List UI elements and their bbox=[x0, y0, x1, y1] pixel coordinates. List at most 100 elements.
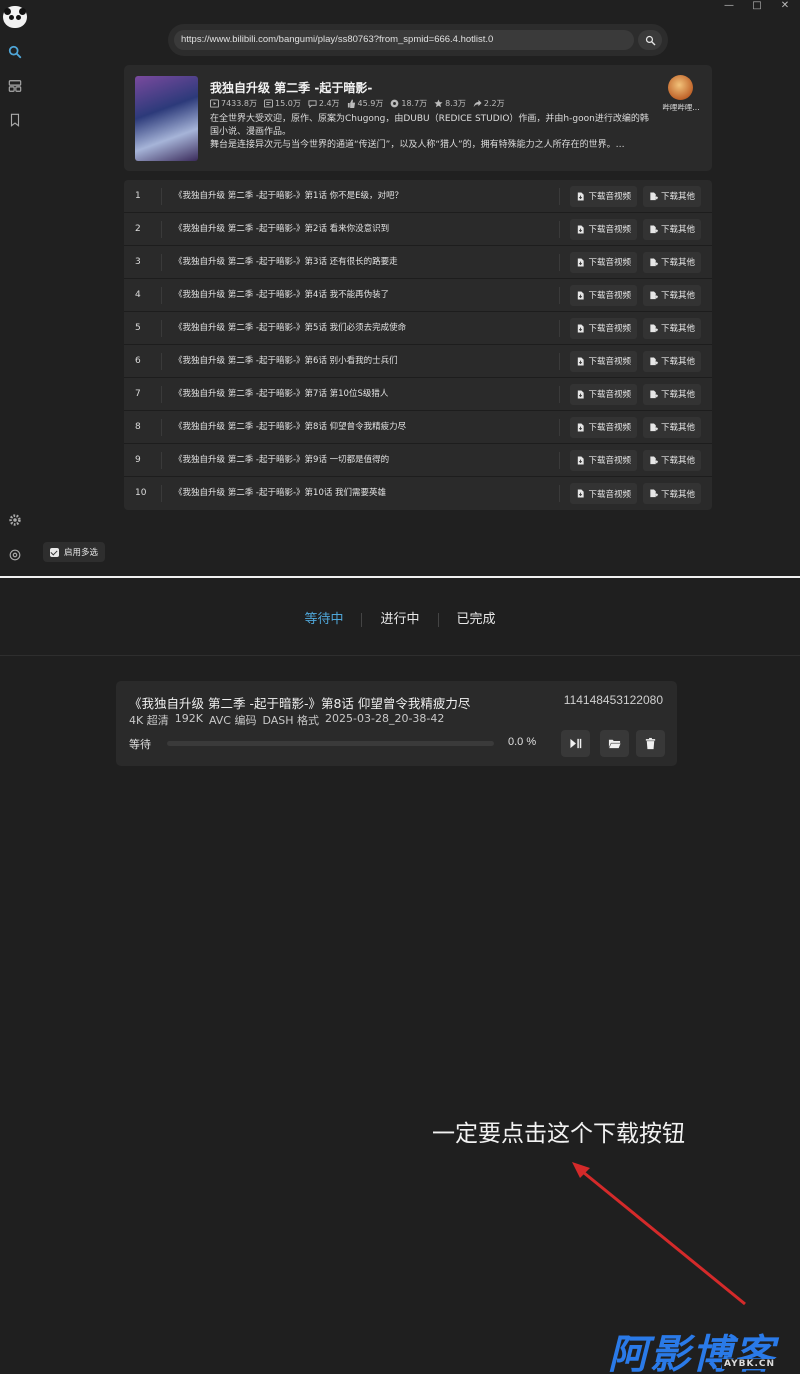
download-other-button[interactable]: 下载其他 bbox=[642, 350, 701, 372]
episode-title: 《我独自升级 第二季 -起于暗影-》第8话 仰望曾令我精疲力尽 bbox=[162, 418, 561, 436]
download-other-button[interactable]: 下载其他 bbox=[642, 483, 701, 504]
multi-select-toggle[interactable]: 启用多选 bbox=[43, 542, 106, 562]
annotation-arrow bbox=[572, 1162, 746, 1306]
episode-row[interactable]: 3 《我独自升级 第二季 -起于暗影-》第3话 还有很长的路要走 下载音视频 下载其他 bbox=[124, 246, 712, 279]
task-id: 114148453122080 bbox=[563, 693, 663, 707]
delete-button[interactable] bbox=[636, 730, 665, 757]
download-other-label: 下载其他 bbox=[660, 357, 695, 367]
uploader-avatar[interactable] bbox=[668, 75, 693, 100]
minimize-button[interactable]: — bbox=[722, 0, 736, 11]
layout-icon[interactable] bbox=[7, 78, 23, 94]
close-button[interactable]: ✕ bbox=[778, 0, 792, 11]
episode-row[interactable]: 2 《我独自升级 第二季 -起于暗影-》第2话 看来你没意识到 下载音视频 下载其他 bbox=[124, 213, 712, 246]
download-av-button[interactable]: 下载音视频 bbox=[570, 218, 637, 240]
like-icon bbox=[347, 99, 355, 108]
play-pause-icon bbox=[570, 738, 582, 749]
download-av-button[interactable]: 下载音视频 bbox=[570, 416, 637, 438]
download-av-label: 下载音视频 bbox=[588, 258, 631, 268]
download-av-label: 下载音视频 bbox=[588, 357, 631, 367]
download-av-button[interactable]: 下载音视频 bbox=[570, 185, 637, 207]
episode-number: 7 bbox=[124, 385, 162, 403]
file-plus-icon bbox=[650, 389, 658, 398]
episode-number: 1 bbox=[124, 187, 162, 205]
download-other-button[interactable]: 下载其他 bbox=[642, 284, 701, 306]
episode-title: 《我独自升级 第二季 -起于暗影-》第6话 别小看我的士兵们 bbox=[162, 352, 561, 370]
download-av-button[interactable]: 下载音视频 bbox=[570, 350, 637, 372]
download-av-button[interactable]: 下载音视频 bbox=[570, 284, 637, 306]
watermark-domain: AYBK.CN bbox=[722, 1359, 778, 1369]
download-other-button[interactable]: 下载其他 bbox=[642, 383, 701, 405]
episode-row[interactable]: 4 《我独自升级 第二季 -起于暗影-》第4话 我不能再伪装了 下载音视频 下载其他 bbox=[124, 279, 712, 312]
tab-waiting[interactable]: 等待中 bbox=[286, 612, 361, 628]
episode-row[interactable]: 7 《我独自升级 第二季 -起于暗影-》第7话 第10位S级猎人 下载音视频 下载其他 bbox=[124, 378, 712, 411]
episode-number: 5 bbox=[124, 319, 162, 337]
task-bitrate: 192K bbox=[174, 712, 203, 725]
download-task-card: 《我独自升级 第二季 -起于暗影-》第8话 仰望曾令我精疲力尽 11414845… bbox=[116, 681, 677, 766]
download-other-button[interactable]: 下载其他 bbox=[642, 317, 701, 339]
download-other-button[interactable]: 下载其他 bbox=[642, 251, 701, 273]
start-pause-button[interactable] bbox=[561, 730, 590, 757]
task-codec: AVC 编码 bbox=[208, 714, 257, 727]
gear-icon[interactable] bbox=[7, 512, 23, 528]
file-icon bbox=[578, 455, 585, 465]
download-other-button[interactable]: 下载其他 bbox=[642, 416, 701, 438]
download-av-button[interactable]: 下载音视频 bbox=[570, 317, 637, 339]
episode-row[interactable]: 10 《我独自升级 第二季 -起于暗影-》第10话 我们需要英雄 下载音视频 下载其他 bbox=[124, 477, 712, 510]
maximize-button[interactable]: □ bbox=[750, 0, 764, 11]
episode-row[interactable]: 6 《我独自升级 第二季 -起于暗影-》第6话 别小看我的士兵们 下载音视频 下载其他 bbox=[124, 345, 712, 378]
tab-underline bbox=[0, 655, 800, 656]
download-other-label: 下载其他 bbox=[660, 324, 695, 334]
favorites-count: 8.3万 bbox=[445, 99, 466, 108]
search-button[interactable] bbox=[638, 30, 662, 50]
episode-row[interactable]: 9 《我独自升级 第二季 -起于暗影-》第9话 一切都是值得的 下载音视频 下载其他 bbox=[124, 444, 712, 477]
checkbox-icon bbox=[50, 547, 59, 557]
task-progress-text: 0.0 % bbox=[508, 736, 537, 748]
episode-row[interactable]: 5 《我独自升级 第二季 -起于暗影-》第5话 我们必须去完成使命 下载音视频 下载其… bbox=[124, 312, 712, 345]
download-other-button[interactable]: 下载其他 bbox=[642, 185, 701, 207]
coin-icon bbox=[390, 99, 399, 108]
download-av-label: 下载音视频 bbox=[588, 192, 631, 202]
episode-row[interactable]: 1 《我独自升级 第二季 -起于暗影-》第1话 你不是E级，对吧？ 下载音视频 下载其… bbox=[124, 180, 712, 213]
download-av-button[interactable]: 下载音视频 bbox=[570, 383, 637, 405]
file-icon bbox=[578, 224, 585, 234]
tab-completed[interactable]: 已完成 bbox=[439, 612, 514, 628]
uploader-name[interactable]: 哔哩哔哩... bbox=[652, 102, 710, 113]
share-icon bbox=[473, 99, 482, 108]
file-plus-icon bbox=[650, 290, 658, 299]
play-count-icon bbox=[210, 99, 219, 108]
settings-icon[interactable] bbox=[7, 547, 23, 563]
download-av-label: 下载音视频 bbox=[588, 291, 631, 301]
star-icon bbox=[434, 99, 443, 108]
shares-count: 2.2万 bbox=[483, 99, 505, 108]
download-av-button[interactable]: 下载音视频 bbox=[570, 251, 637, 273]
episode-number: 6 bbox=[124, 352, 162, 370]
episode-row[interactable]: 8 《我独自升级 第二季 -起于暗影-》第8话 仰望曾令我精疲力尽 下载音视频 下载其… bbox=[124, 411, 712, 444]
bookmark-icon[interactable] bbox=[7, 112, 23, 128]
open-folder-button[interactable] bbox=[600, 730, 629, 757]
download-av-label: 下载音视频 bbox=[588, 324, 631, 334]
danmaku-icon bbox=[264, 99, 273, 108]
tab-in-progress[interactable]: 进行中 bbox=[362, 612, 437, 628]
search-icon[interactable] bbox=[7, 44, 23, 60]
download-other-label: 下载其他 bbox=[660, 489, 695, 500]
task-meta: 4K 超清 192K AVC 编码 DASH 格式 2025-03-28_20-… bbox=[129, 712, 444, 728]
episode-title: 《我独自升级 第二季 -起于暗影-》第1话 你不是E级，对吧？ bbox=[162, 187, 561, 205]
main-window: — □ ✕ https://www.bilibili.com/bangumi/p… bbox=[0, 0, 800, 576]
file-plus-icon bbox=[650, 224, 658, 233]
url-input[interactable]: https://www.bilibili.com/bangumi/play/ss… bbox=[174, 30, 634, 50]
task-progress-bar bbox=[167, 741, 494, 746]
episode-number: 4 bbox=[124, 286, 162, 304]
file-plus-icon bbox=[650, 323, 658, 332]
poster-image bbox=[135, 76, 198, 161]
description-line: 在全世界大受欢迎，原作、原案为Chugong，由DUBU（REDICE STUD… bbox=[210, 114, 649, 124]
download-av-button[interactable]: 下载音视频 bbox=[570, 483, 637, 504]
download-other-button[interactable]: 下载其他 bbox=[642, 218, 701, 240]
download-other-button[interactable]: 下载其他 bbox=[642, 449, 701, 471]
download-av-button[interactable]: 下载音视频 bbox=[570, 449, 637, 471]
download-other-label: 下载其他 bbox=[660, 390, 695, 400]
file-icon bbox=[578, 257, 585, 267]
task-title: 《我独自升级 第二季 -起于暗影-》第8话 仰望曾令我精疲力尽 bbox=[129, 696, 471, 711]
multi-select-label: 启用多选 bbox=[64, 548, 99, 558]
folder-icon bbox=[608, 739, 621, 749]
file-plus-icon bbox=[650, 422, 658, 431]
